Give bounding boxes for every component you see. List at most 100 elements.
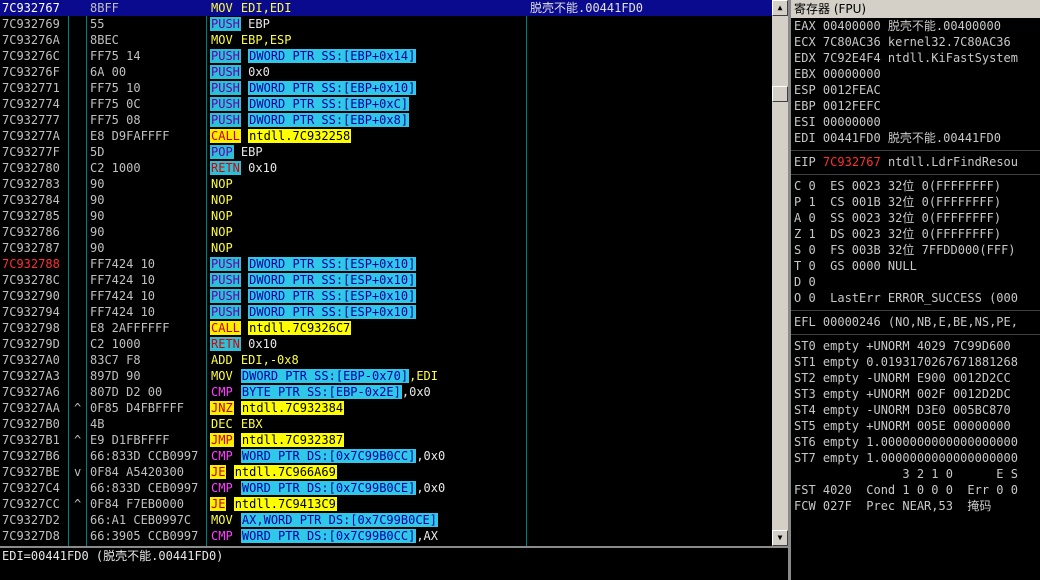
disasm-row[interactable]: 7C932787 90 NOP <box>0 240 772 256</box>
disassembly-cell[interactable]: MOV EDI,EDI <box>210 0 526 16</box>
address-cell[interactable]: 7C9327C4 <box>2 480 68 496</box>
disassembly-cell[interactable]: NOP <box>210 192 526 208</box>
address-cell[interactable]: 7C93276A <box>2 32 68 48</box>
disassembly-cell[interactable]: PUSH DWORD PTR SS:[EBP+0x14] <box>210 48 526 64</box>
disasm-row[interactable]: 7C93276A 8BEC MOV EBP,ESP <box>0 32 772 48</box>
disasm-row[interactable]: 7C932767 8BFF MOV EDI,EDI 脱壳不能.00441FD0 <box>0 0 772 16</box>
disasm-row[interactable]: 7C9327D8 66:3905 CCB0997 CMP WORD PTR DS:[… <box>0 528 772 544</box>
registers-header[interactable]: 寄存器 (FPU) <box>791 0 1040 18</box>
disassembly-cell[interactable]: PUSH DWORD PTR SS:[ESP+0x10] <box>210 272 526 288</box>
disasm-row[interactable]: 7C932769 55 PUSH EBP <box>0 16 772 32</box>
disassembly-cell[interactable]: PUSH DWORD PTR SS:[EBP+0x8] <box>210 112 526 128</box>
disassembly-cell[interactable]: PUSH DWORD PTR SS:[EBP+0xC] <box>210 96 526 112</box>
disassembly-cell[interactable]: ADD EDI,-0x8 <box>210 352 526 368</box>
address-cell[interactable]: 7C932771 <box>2 80 68 96</box>
address-cell[interactable]: 7C932774 <box>2 96 68 112</box>
address-cell[interactable]: 7C93276C <box>2 48 68 64</box>
address-cell[interactable]: 7C93277A <box>2 128 68 144</box>
disasm-row[interactable]: 7C932798 E8 2AFFFFFF CALL ntdll.7C9326C7 <box>0 320 772 336</box>
disasm-row[interactable]: 7C9327D2 66:A1 CEB0997C MOV AX,WORD PTR DS… <box>0 512 772 528</box>
disassembly-cell[interactable]: JMP ntdll.7C932387 <box>210 432 526 448</box>
disassembly-cell[interactable]: PUSH DWORD PTR SS:[EBP+0x10] <box>210 80 526 96</box>
disasm-row[interactable]: 7C9327A0 83C7 F8 ADD EDI,-0x8 <box>0 352 772 368</box>
disassembly-cell[interactable]: JE ntdll.7C9413C9 <box>210 496 526 512</box>
disassembly-cell[interactable]: CMP WORD PTR DS:[0x7C99B0CC],0x0 <box>210 448 526 464</box>
disasm-row[interactable]: 7C932783 90 NOP <box>0 176 772 192</box>
disassembly-cell[interactable]: JE ntdll.7C966A69 <box>210 464 526 480</box>
disasm-row[interactable]: 7C9327C4 66:833D CEB0997 CMP WORD PTR DS:[… <box>0 480 772 496</box>
disasm-row[interactable]: 7C9327B1 ^ E9 D1FBFFFF JMP ntdll.7C932387 <box>0 432 772 448</box>
address-cell[interactable]: 7C932786 <box>2 224 68 240</box>
address-cell[interactable]: 7C93277F <box>2 144 68 160</box>
disasm-row[interactable]: 7C93279D C2 1000 RETN 0x10 <box>0 336 772 352</box>
address-cell[interactable]: 7C932790 <box>2 288 68 304</box>
address-cell[interactable]: 7C932794 <box>2 304 68 320</box>
address-cell[interactable]: 7C932785 <box>2 208 68 224</box>
address-cell[interactable]: 7C932798 <box>2 320 68 336</box>
disassembly-cell[interactable]: DEC EBX <box>210 416 526 432</box>
disasm-row[interactable]: 7C9327AA ^ 0F85 D4FBFFFF JNZ ntdll.7C932384 <box>0 400 772 416</box>
scroll-down-button[interactable]: ▼ <box>772 530 788 546</box>
address-cell[interactable]: 7C9327A0 <box>2 352 68 368</box>
disassembly-cell[interactable]: CALL ntdll.7C932258 <box>210 128 526 144</box>
address-cell[interactable]: 7C9327A3 <box>2 368 68 384</box>
disasm-row[interactable]: 7C93278C FF7424 10 PUSH DWORD PTR SS:[ESP+… <box>0 272 772 288</box>
disasm-row[interactable]: 7C9327B6 66:833D CCB0997 CMP WORD PTR DS:[… <box>0 448 772 464</box>
disasm-row[interactable]: 7C932777 FF75 08 PUSH DWORD PTR SS:[EBP+0x… <box>0 112 772 128</box>
registers-pane[interactable]: 寄存器 (FPU) EAX 00400000 脱壳不能.00400000 ECX … <box>791 0 1040 580</box>
disasm-row[interactable]: 7C932784 90 NOP <box>0 192 772 208</box>
address-cell[interactable]: 7C932767 <box>2 0 68 16</box>
disassembly-cell[interactable]: PUSH DWORD PTR SS:[ESP+0x10] <box>210 256 526 272</box>
disassembly-cell[interactable]: JNZ ntdll.7C932384 <box>210 400 526 416</box>
disassembly-cell[interactable]: NOP <box>210 208 526 224</box>
disasm-row[interactable]: 7C9327B0 4B DEC EBX <box>0 416 772 432</box>
address-cell[interactable]: 7C93276F <box>2 64 68 80</box>
address-cell[interactable]: 7C9327CC <box>2 496 68 512</box>
disassembly-cell[interactable]: MOV AX,WORD PTR DS:[0x7C99B0CE] <box>210 512 526 528</box>
disassembly-cell[interactable]: PUSH 0x0 <box>210 64 526 80</box>
address-cell[interactable]: 7C9327AA <box>2 400 68 416</box>
eip-line[interactable]: EIP 7C932767 ntdll.LdrFindResou <box>794 154 1018 170</box>
address-cell[interactable]: 7C932777 <box>2 112 68 128</box>
disasm-row[interactable]: 7C932785 90 NOP <box>0 208 772 224</box>
address-cell[interactable]: 7C93279D <box>2 336 68 352</box>
address-cell[interactable]: 7C9327B0 <box>2 416 68 432</box>
address-cell[interactable]: 7C932780 <box>2 160 68 176</box>
disasm-row[interactable]: 7C9327A3 897D 90 MOV DWORD PTR SS:[EBP-0x7… <box>0 368 772 384</box>
disasm-row[interactable]: 7C93277A E8 D9FAFFFF CALL ntdll.7C932258 <box>0 128 772 144</box>
disasm-row[interactable]: 7C9327BE v 0F84 A5420300 JE ntdll.7C966A69 <box>0 464 772 480</box>
disassembly-cell[interactable]: CALL ntdll.7C9326C7 <box>210 320 526 336</box>
disasm-row[interactable]: 7C932788 FF7424 10 PUSH DWORD PTR SS:[ESP+… <box>0 256 772 272</box>
disassembly-cell[interactable]: NOP <box>210 176 526 192</box>
disassembly-cell[interactable]: RETN 0x10 <box>210 336 526 352</box>
address-cell[interactable]: 7C932788 <box>2 256 68 272</box>
disassembly-cell[interactable]: NOP <box>210 224 526 240</box>
address-cell[interactable]: 7C9327BE <box>2 464 68 480</box>
address-cell[interactable]: 7C932783 <box>2 176 68 192</box>
scroll-thumb[interactable] <box>772 86 788 102</box>
disassembly-cell[interactable]: NOP <box>210 240 526 256</box>
address-cell[interactable]: 7C932769 <box>2 16 68 32</box>
address-cell[interactable]: 7C9327A6 <box>2 384 68 400</box>
disasm-row[interactable]: 7C9327CC ^ 0F84 F7EB0000 JE ntdll.7C9413C9 <box>0 496 772 512</box>
disassembly-cell[interactable]: CMP BYTE PTR SS:[EBP-0x2E],0x0 <box>210 384 526 400</box>
address-cell[interactable]: 7C93278C <box>2 272 68 288</box>
disasm-row[interactable]: 7C93276F 6A 00 PUSH 0x0 <box>0 64 772 80</box>
address-cell[interactable]: 7C932787 <box>2 240 68 256</box>
disassembly-cell[interactable]: PUSH EBP <box>210 16 526 32</box>
disasm-row[interactable]: 7C932774 FF75 0C PUSH DWORD PTR SS:[EBP+0x… <box>0 96 772 112</box>
address-cell[interactable]: 7C9327B6 <box>2 448 68 464</box>
disassembly-cell[interactable]: POP EBP <box>210 144 526 160</box>
disassembly-cell[interactable]: MOV DWORD PTR SS:[EBP-0x70],EDI <box>210 368 526 384</box>
disassembly-cell[interactable]: CMP WORD PTR DS:[0x7C99B0CC],AX <box>210 528 526 544</box>
disasm-row[interactable]: 7C932771 FF75 10 PUSH DWORD PTR SS:[EBP+0x… <box>0 80 772 96</box>
disassembly-cell[interactable]: RETN 0x10 <box>210 160 526 176</box>
address-cell[interactable]: 7C932784 <box>2 192 68 208</box>
address-cell[interactable]: 7C9327B1 <box>2 432 68 448</box>
disassembly-cell[interactable]: PUSH DWORD PTR SS:[ESP+0x10] <box>210 288 526 304</box>
address-cell[interactable]: 7C9327D8 <box>2 528 68 544</box>
disassembly-cell[interactable]: PUSH DWORD PTR SS:[ESP+0x10] <box>210 304 526 320</box>
disasm-row[interactable]: 7C9327A6 807D D2 00 CMP BYTE PTR SS:[EBP-0… <box>0 384 772 400</box>
disassembly-cell[interactable]: MOV EBP,ESP <box>210 32 526 48</box>
disassembly-cell[interactable]: CMP WORD PTR DS:[0x7C99B0CE],0x0 <box>210 480 526 496</box>
